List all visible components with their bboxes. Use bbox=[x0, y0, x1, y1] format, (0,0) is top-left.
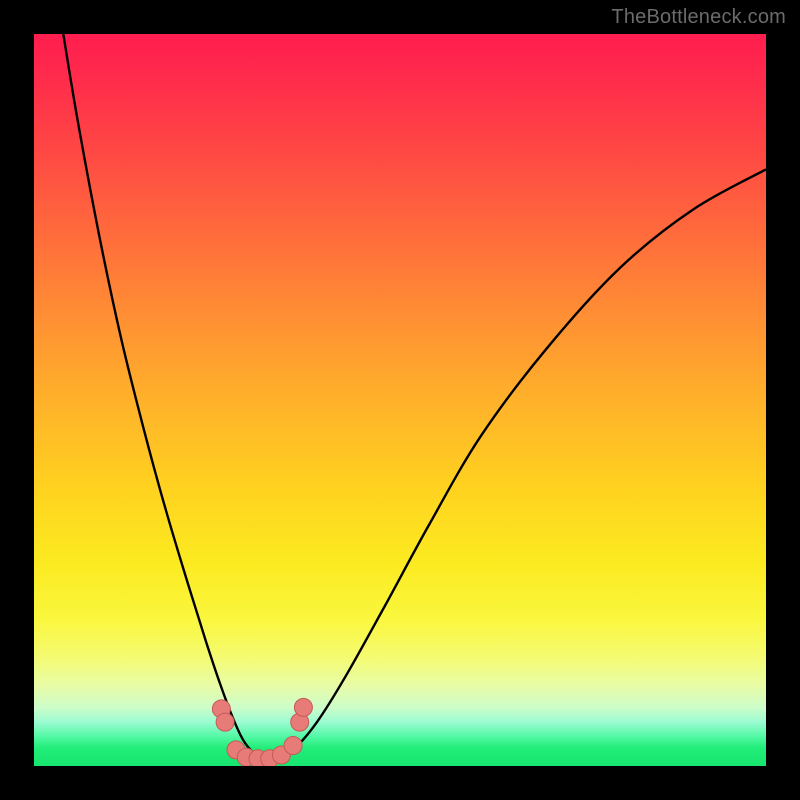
chart-frame: TheBottleneck.com bbox=[0, 0, 800, 800]
watermark-text: TheBottleneck.com bbox=[611, 6, 786, 29]
curve-layer bbox=[63, 34, 766, 759]
plot-area bbox=[34, 34, 766, 766]
data-marker bbox=[294, 698, 312, 716]
data-marker bbox=[216, 713, 234, 731]
data-marker bbox=[284, 737, 302, 755]
marker-layer bbox=[212, 698, 312, 766]
chart-svg bbox=[34, 34, 766, 766]
bottleneck-curve bbox=[63, 34, 766, 759]
